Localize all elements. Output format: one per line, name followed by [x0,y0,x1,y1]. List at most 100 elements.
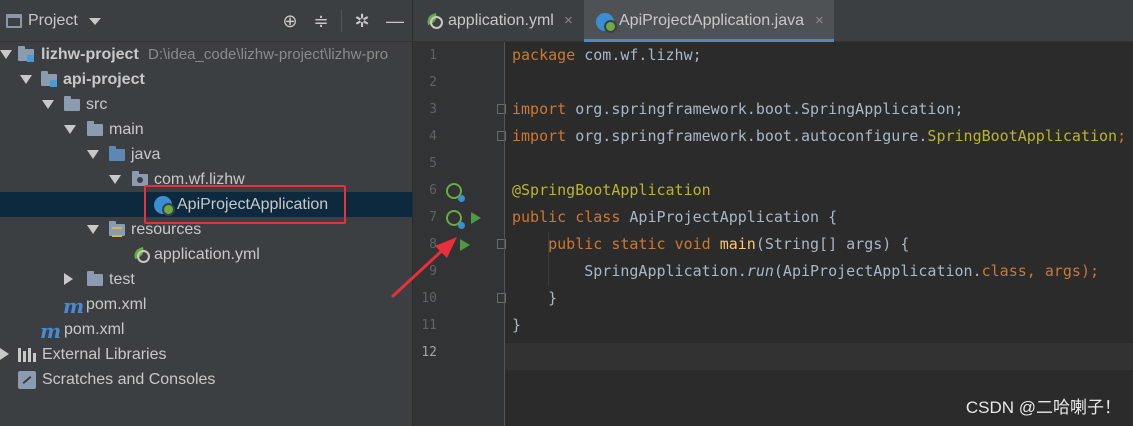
module-folder-icon [18,46,34,62]
line-number: 7 [429,210,437,225]
locate-icon[interactable]: ⊕ [279,10,301,32]
tree-node-root-pom[interactable]: m pom.xml [0,317,412,343]
keyword: class [981,262,1027,280]
code-line-8[interactable]: public static void main(String[] args) { [512,231,909,258]
spring-config-file-icon [425,13,443,29]
chevron-down-icon[interactable] [87,225,99,234]
tab-api-project-application[interactable]: ApiProjectApplication.java × [584,0,834,42]
editor-tab-bar: application.yml × ApiProjectApplication.… [413,0,1133,42]
chevron-right-icon[interactable] [0,348,9,360]
external-libraries-label: External Libraries [42,346,167,363]
chevron-down-icon[interactable] [87,150,99,159]
spring-boot-class-icon [596,13,617,33]
line-number: 6 [429,183,437,198]
code-editor: application.yml × ApiProjectApplication.… [413,0,1133,426]
spring-config-file-icon [132,247,150,263]
chevron-right-icon[interactable] [64,273,73,285]
tab-label: application.yml [448,12,554,29]
code-line-7[interactable]: public class ApiProjectApplication { [512,204,837,231]
red-highlight-box [144,185,346,224]
chevron-down-icon[interactable] [64,125,76,134]
static-call: run [746,262,774,280]
module-folder-icon [41,71,57,87]
method-name: main [719,235,756,253]
test-label: test [109,271,135,288]
keyword: package [512,46,576,64]
source-folder-icon [109,146,125,161]
tree-node-root-project[interactable]: lizhw-project D:\idea_code\lizhw-project… [0,42,412,67]
spring-bean-icon[interactable] [446,210,465,229]
maven-icon: m [63,294,85,318]
keyword: void [674,235,711,253]
tree-node-test[interactable]: test [0,267,412,292]
keyword: static [611,235,666,253]
tree-node-src[interactable]: src [0,92,412,117]
tree-node-scratches[interactable]: Scratches and Consoles [0,367,412,392]
project-view-selector[interactable]: Project [28,12,78,30]
folder-icon [64,96,80,111]
src-label: src [86,96,108,113]
chevron-down-icon[interactable] [89,18,101,25]
code-line-6[interactable]: @SpringBootApplication [512,177,711,204]
close-icon[interactable]: × [564,0,573,42]
tree-node-api-project[interactable]: api-project [0,67,412,92]
keyword: class [575,208,621,226]
line-number: 11 [421,318,437,333]
keyword: import [512,100,567,118]
code-text: } [512,316,522,334]
code-text: (String[] args) { [755,235,910,253]
tree-node-external-libraries[interactable]: External Libraries [0,342,412,367]
code-line-1[interactable]: package com.wf.lizhw; [512,42,702,69]
code-text: } [548,289,558,307]
scratches-icon [18,371,36,389]
red-annotation-arrow [391,237,457,298]
root-pom-label: pom.xml [64,321,125,338]
line-number: 3 [429,102,437,117]
collapse-all-icon[interactable]: ≑ [310,10,332,32]
line-number: 2 [429,75,437,90]
chevron-down-icon[interactable] [109,175,121,184]
code-line-9[interactable]: SpringApplication.run(ApiProjectApplicat… [512,258,1099,285]
line-number: 4 [429,129,437,144]
tree-node-module-pom[interactable]: m pom.xml [0,292,412,318]
resources-folder-icon [109,221,125,237]
hide-icon[interactable]: — [384,10,406,32]
main-label: main [109,121,144,138]
chevron-down-icon[interactable] [42,100,54,109]
annotation-name: SpringBootApplication [927,127,1118,145]
chevron-down-icon[interactable] [0,50,12,59]
code-line-3[interactable]: import org.springframework.boot.SpringAp… [512,96,964,123]
tree-node-java[interactable]: java [0,142,412,167]
folder-icon [87,271,103,286]
code-text: (ApiProjectApplication. [773,262,982,280]
code-text: org.springframework.boot.SpringApplicati… [566,100,964,118]
code-line-11[interactable]: } [512,312,521,339]
line-number: 5 [429,156,437,171]
project-tool-window: Project ⊕ ≑ ✲ — lizhw-project D:\idea_co… [0,0,412,426]
close-icon[interactable]: × [815,0,824,42]
run-icon[interactable] [471,212,481,224]
code-text: ApiProjectApplication { [620,208,838,226]
tree-node-application-yml[interactable]: application.yml [0,242,412,267]
chevron-down-icon[interactable] [20,75,32,84]
toolbar-divider [341,10,342,32]
application-yml-label: application.yml [154,246,260,263]
gear-icon[interactable]: ✲ [351,10,373,32]
module-pom-label: pom.xml [86,296,147,313]
code-line-4[interactable]: import org.springframework.boot.autoconf… [512,123,1126,150]
project-view-icon [6,14,22,28]
line-number: 1 [429,48,437,63]
code-line-10[interactable]: } [512,285,557,312]
java-label: java [131,146,161,163]
project-panel-header: Project ⊕ ≑ ✲ — [0,0,412,42]
folder-icon [87,121,103,136]
line-number: 12 [421,345,437,360]
keyword: public [548,235,603,253]
tab-application-yml[interactable]: application.yml × [413,0,583,42]
code-text: ; [1117,127,1127,145]
annotation: @SpringBootApplication [512,181,711,199]
libraries-icon [18,348,38,362]
scratches-label: Scratches and Consoles [42,371,216,388]
spring-bean-icon[interactable] [446,183,465,202]
tree-node-main[interactable]: main [0,117,412,142]
